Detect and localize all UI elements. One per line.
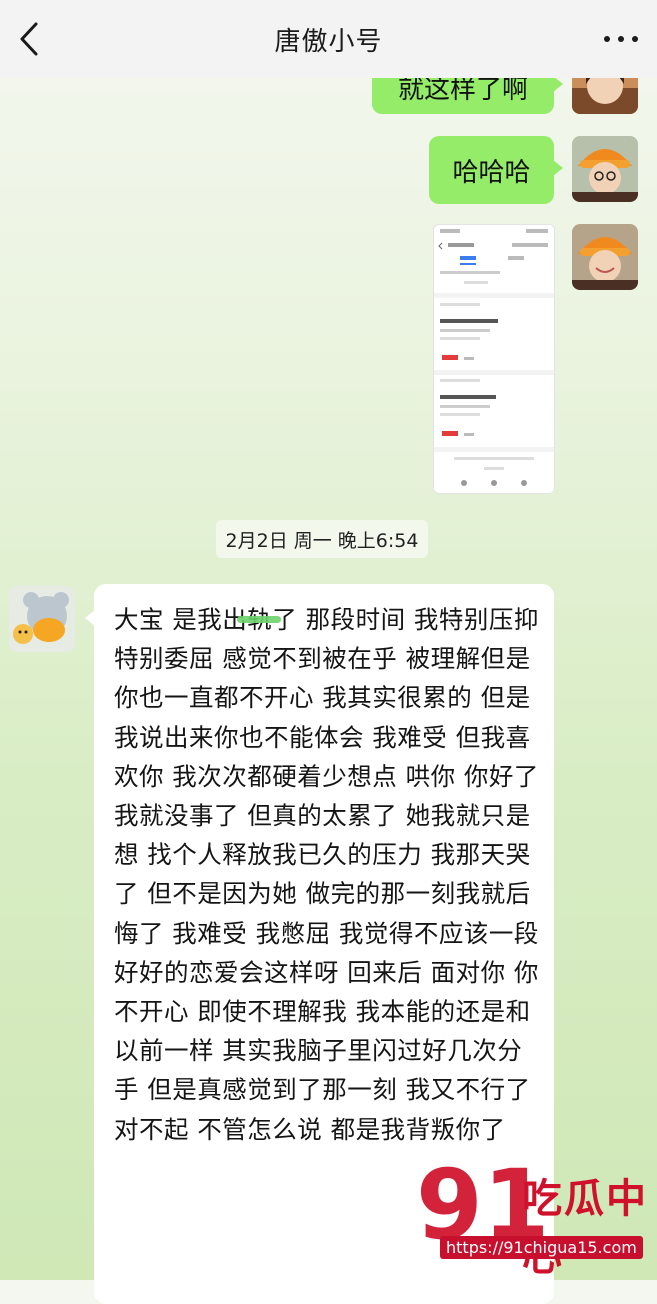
- more-icon: [604, 36, 638, 42]
- contact-avatar[interactable]: [9, 586, 75, 652]
- user-avatar[interactable]: [572, 136, 638, 202]
- watermark: 91 吃瓜中心 https://91chigua15.com: [392, 1138, 654, 1280]
- navbar: 唐傲小号: [0, 0, 657, 78]
- back-icon: [20, 22, 38, 56]
- chat-title: 唐傲小号: [274, 26, 383, 57]
- back-button[interactable]: [10, 14, 50, 64]
- message-text: 大宝 是我出轨了 那段时间 我特别压抑 特别委屈 感觉不到被在乎 被理解但是你也…: [114, 605, 539, 1144]
- message-text: 哈哈哈: [452, 157, 531, 188]
- message-bubble-sent[interactable]: 哈哈哈: [429, 136, 563, 204]
- user-avatar[interactable]: [572, 224, 638, 290]
- image-message[interactable]: [433, 224, 555, 494]
- more-button[interactable]: [601, 24, 641, 54]
- watermark-name: 吃瓜中心: [522, 1176, 648, 1280]
- watermark-url: https://91chigua15.com: [440, 1236, 643, 1259]
- redaction-scribble: [237, 616, 281, 623]
- timestamp: 2月2日 周一 晚上6:54: [216, 520, 428, 558]
